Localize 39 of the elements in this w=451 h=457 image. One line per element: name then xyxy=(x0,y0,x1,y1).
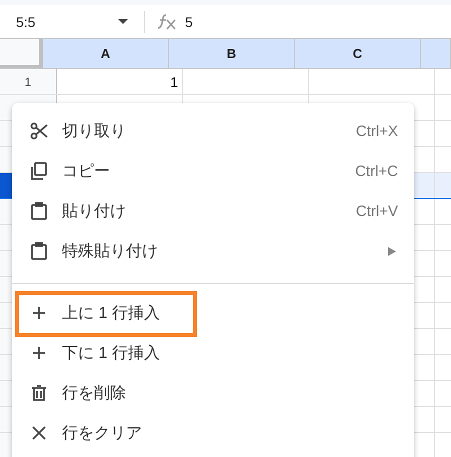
trash-icon xyxy=(30,384,48,402)
column-header[interactable]: C xyxy=(295,39,421,68)
menu-label: コピー xyxy=(62,162,111,182)
shortcut-text: Ctrl+C xyxy=(355,162,398,180)
menu-label: 貼り付け xyxy=(62,202,127,222)
caret-icon xyxy=(118,18,128,24)
menu-item[interactable]: 行を削除 xyxy=(12,373,414,413)
plus-icon xyxy=(30,304,48,322)
shortcut-text: Ctrl+X xyxy=(356,122,398,140)
menu-item[interactable]: コピー Ctrl+C xyxy=(12,151,414,191)
menu-label: 行をクリア xyxy=(62,424,143,444)
column-header[interactable]: B xyxy=(169,39,295,68)
menu-item[interactable]: 特殊貼り付け xyxy=(12,231,414,271)
shortcut-text: Ctrl+V xyxy=(356,202,398,220)
function-icon xyxy=(157,14,177,30)
menu-label: 切り取り xyxy=(62,122,127,142)
formula-field[interactable]: 5 xyxy=(185,14,193,30)
paste-icon xyxy=(30,202,48,220)
grid-cell[interactable]: 1 xyxy=(57,69,183,94)
row-header[interactable]: 1 xyxy=(0,69,57,94)
menu-label: 特殊貼り付け xyxy=(62,242,159,262)
paste-icon xyxy=(30,242,48,260)
menu-label: 下に 1 行挿入 xyxy=(62,344,161,364)
menu-item[interactable]: 切り取り Ctrl+X xyxy=(12,111,414,151)
menu-item[interactable]: 上に 1 行挿入 xyxy=(12,293,414,333)
menu-item[interactable]: 行をクリア xyxy=(12,413,414,453)
column-header[interactable]: A xyxy=(43,39,169,68)
plus-icon xyxy=(30,344,48,362)
copy-icon xyxy=(30,162,48,180)
x-icon xyxy=(30,424,48,442)
menu-item[interactable]: 下に 1 行挿入 xyxy=(12,333,414,373)
name-box[interactable]: 5:5 xyxy=(0,14,138,30)
column-header[interactable] xyxy=(421,39,451,68)
scissors-icon xyxy=(30,122,48,140)
menu-item[interactable]: 貼り付け Ctrl+V xyxy=(12,191,414,231)
submenu-arrow-icon xyxy=(388,246,396,256)
menu-label: 行を削除 xyxy=(62,384,127,404)
menu-label: 上に 1 行挿入 xyxy=(62,304,161,324)
select-all-corner[interactable] xyxy=(0,39,43,68)
